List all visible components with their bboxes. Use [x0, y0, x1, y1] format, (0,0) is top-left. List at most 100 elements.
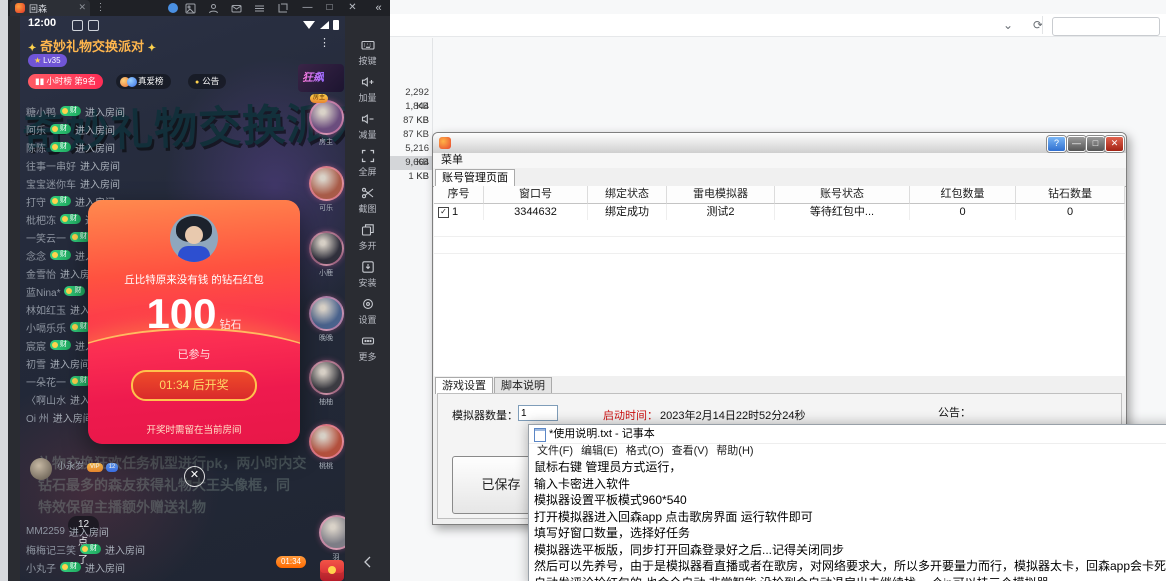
sidebar-item[interactable]: 截图	[345, 186, 390, 215]
notepad-menu-item[interactable]: 格式(O)	[626, 443, 664, 459]
gallery-icon[interactable]	[184, 2, 197, 14]
chat-action: 进入房间	[69, 524, 109, 539]
table-header-cell[interactable]: 账号状态	[775, 186, 910, 204]
table-header-cell[interactable]: 红包数量	[910, 186, 1016, 204]
chat-username: 往事一串好	[26, 158, 76, 173]
menu-item[interactable]: 菜单	[441, 153, 463, 168]
help-button[interactable]: ?	[1047, 136, 1066, 152]
notepad-text-line: 输入卡密进入软件	[529, 476, 1166, 493]
table-header-cell[interactable]: 雷电模拟器	[667, 186, 775, 204]
notepad-text-line: 打开模拟器进入回森app 点击歌房界面 运行软件即可	[529, 509, 1166, 526]
collapse-sidebar-icon[interactable]: «	[372, 2, 385, 14]
window-minimize-icon[interactable]: —	[301, 2, 314, 14]
mic-seat[interactable]: 6 晚晚	[308, 296, 344, 343]
notepad-body[interactable]: 鼠标右键 管理员方式运行，输入卡密进入软件模拟器设置平板模式960*540打开模…	[529, 459, 1166, 581]
chat-username: 〈啊山水	[26, 392, 66, 407]
menu-lines-icon[interactable]	[253, 2, 266, 14]
avatar[interactable]	[30, 458, 52, 480]
tab-strip: 账号管理页面	[433, 168, 1126, 187]
notepad-titlebar[interactable]: *使用说明.txt - 记事本	[529, 425, 1166, 444]
chevron-down-icon[interactable]: ⌄	[998, 16, 1018, 34]
account-icon[interactable]	[207, 2, 220, 14]
refresh-icon[interactable]: ⟳	[1028, 16, 1048, 34]
app-shortcut-icon[interactable]	[166, 2, 179, 14]
sidebar-item[interactable]: 更多	[345, 334, 390, 363]
chat-username: 阿乐	[26, 122, 46, 137]
seat-avatar[interactable]	[309, 296, 344, 331]
sidebar-item[interactable]: 安装	[345, 260, 390, 289]
sidebar-item[interactable]: 多开	[345, 223, 390, 252]
sender-avatar[interactable]	[170, 214, 218, 262]
emulator-window: 回森 ✕ ⋮ — □ ✕ « 12:00	[8, 0, 390, 581]
notepad-menu-item[interactable]: 帮助(H)	[716, 443, 753, 459]
true-love-rank-pill[interactable]: 真爱榜	[116, 74, 171, 89]
notepad-menu-item[interactable]: 查看(V)	[672, 443, 709, 459]
settings-tab[interactable]: 脚本说明	[494, 377, 552, 394]
sidebar-item[interactable]: 全屏	[345, 149, 390, 178]
table-header-cell[interactable]: 绑定状态	[588, 186, 667, 204]
status-icon	[72, 20, 83, 31]
row-checkbox[interactable]: ✓	[438, 207, 449, 218]
seat-avatar[interactable]	[309, 424, 344, 459]
notepad-menu-item[interactable]: 编辑(E)	[581, 443, 618, 459]
mic-seat[interactable]: 8 桃桃	[308, 424, 344, 471]
seat-avatar[interactable]	[309, 231, 344, 266]
mic-seat[interactable]: 9 小鹿	[308, 231, 344, 278]
settings-tab[interactable]: 游戏设置	[435, 377, 493, 394]
table-cell: 0	[910, 204, 1016, 220]
countdown-widget[interactable]: 01:34	[276, 556, 306, 568]
red-packet-widget-icon[interactable]	[320, 560, 344, 581]
chat-message: 糖小鸭 财 进入房间	[26, 102, 261, 120]
sidebar-item[interactable]: 减量	[345, 112, 390, 141]
sidebar-item[interactable]: 加量	[345, 75, 390, 104]
minimize-button[interactable]: —	[1067, 136, 1086, 152]
mail-icon[interactable]	[230, 2, 243, 14]
maximize-button[interactable]: □	[1086, 136, 1105, 152]
hour-rank-pill[interactable]: ▮▮小时榜 第9名	[28, 74, 103, 89]
seat-avatar[interactable]	[319, 515, 346, 550]
table-header-cell[interactable]: 序号	[434, 186, 484, 204]
table-header-cell[interactable]: 窗口号	[484, 186, 588, 204]
file-size-value: 1 KB	[390, 170, 432, 184]
search-input[interactable]	[1052, 17, 1160, 36]
notepad-text-line: 模拟器设置平板模式960*540	[529, 492, 1166, 509]
chat-message: 往事一串好 进入房间	[26, 156, 261, 174]
mic-seat[interactable]: 9 柚柚	[308, 360, 344, 407]
sidebar-item[interactable]: 设置	[345, 297, 390, 326]
room-title: ✦ 奇妙礼物交换派对 ✦	[28, 36, 156, 55]
window-close-icon[interactable]: ✕	[346, 2, 359, 14]
tab-close-icon[interactable]: ✕	[78, 2, 86, 13]
close-button[interactable]: ✕	[1105, 136, 1124, 152]
notepad-menu-item[interactable]: 文件(F)	[537, 443, 573, 459]
level-badge[interactable]: ★Lv35	[28, 54, 67, 67]
emulator-tab[interactable]: 回森 ✕	[10, 0, 90, 16]
draw-countdown-button[interactable]: 01:34 后开奖	[131, 370, 257, 401]
wealth-badge: 财	[50, 196, 71, 206]
seat-avatar[interactable]	[309, 100, 344, 135]
popup-close-icon[interactable]: ✕	[184, 466, 205, 487]
snip-icon[interactable]	[276, 2, 289, 14]
table-row[interactable]: ✓13344632绑定成功测试2等待红包中...00	[434, 204, 1125, 220]
sidebar-item[interactable]: 按键	[345, 38, 390, 67]
chat-action: 进入房间	[85, 104, 125, 119]
window-titlebar[interactable]: ? — □ ✕	[433, 133, 1126, 153]
table-header-cell[interactable]: 钻石数量	[1016, 186, 1125, 204]
table-cell: 0	[1016, 204, 1125, 220]
mic-seat[interactable]: 房主 房主	[308, 100, 344, 147]
volume-up-icon	[345, 75, 390, 90]
room-more-icon[interactable]: ⋮	[319, 36, 331, 49]
announcement-pill[interactable]: ●公告	[188, 74, 226, 89]
tab-account-management[interactable]: 账号管理页面	[435, 169, 515, 187]
wealth-badge: 财	[80, 544, 101, 554]
seat-avatar[interactable]	[309, 166, 344, 201]
mic-seat[interactable]: 7 可乐	[308, 166, 344, 213]
emulator-count-input[interactable]	[518, 405, 558, 421]
seat-name: 小鹿	[308, 268, 344, 278]
tab-more-icon[interactable]: ⋮	[94, 2, 107, 14]
chat-action: 进入房间	[75, 140, 115, 155]
chat-action: 进入房间	[75, 122, 115, 137]
seat-avatar[interactable]	[309, 360, 344, 395]
back-icon[interactable]	[345, 555, 390, 574]
mic-seat[interactable]: 羽	[318, 515, 345, 562]
window-maximize-icon[interactable]: □	[323, 2, 336, 14]
